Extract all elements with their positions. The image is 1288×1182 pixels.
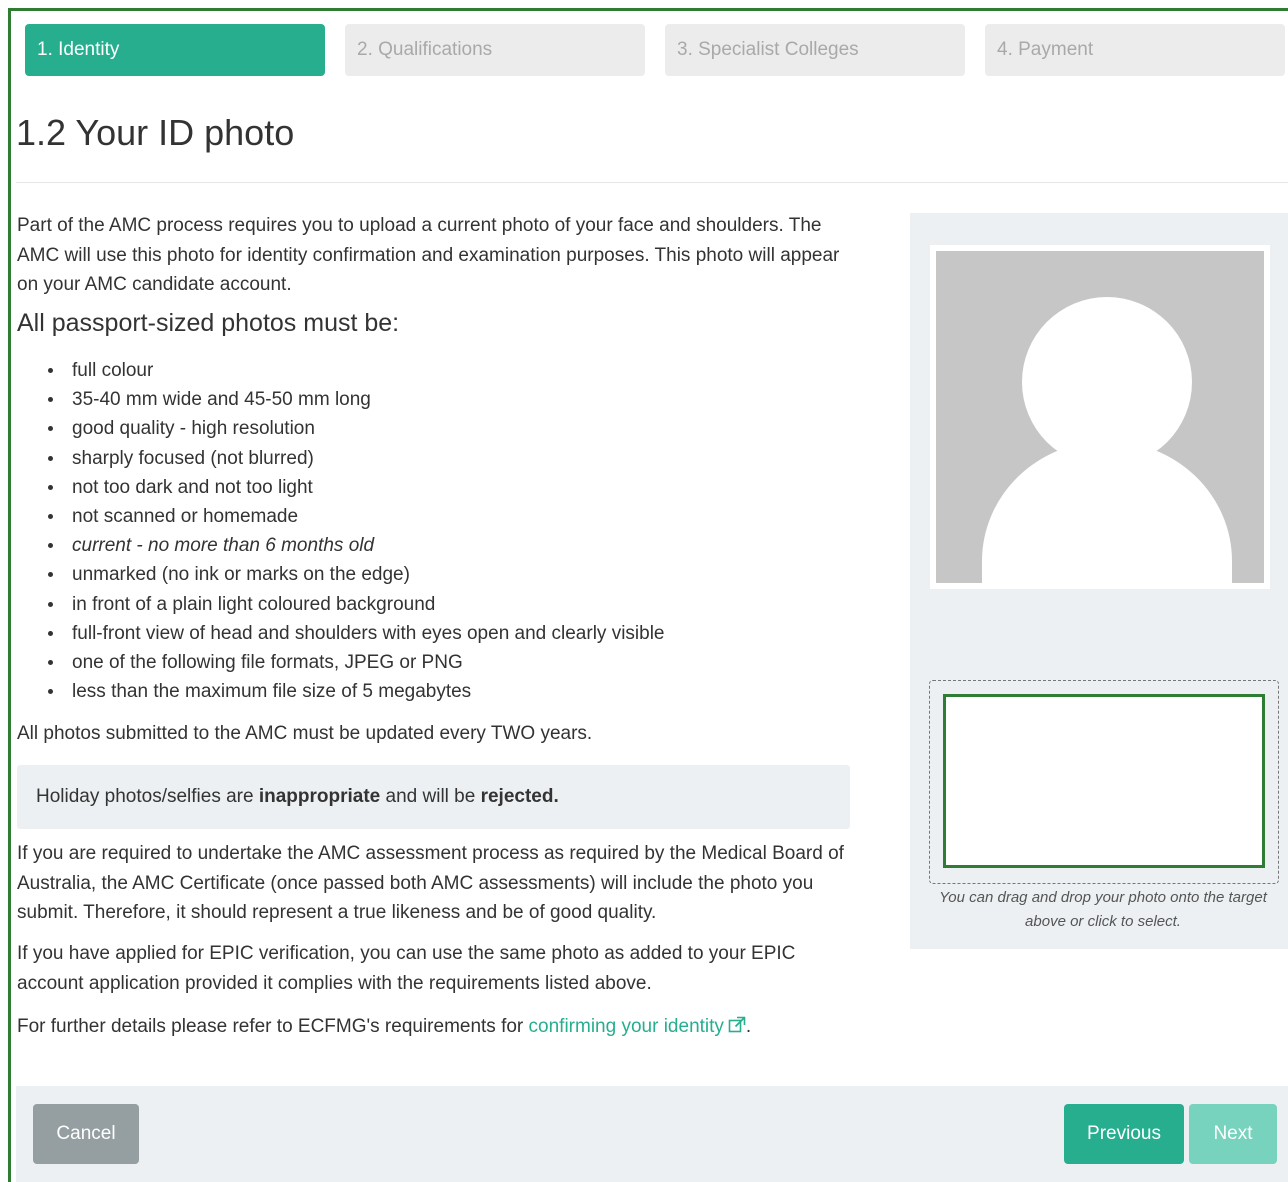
dropzone-hint: You can drag and drop your photo onto th… — [939, 889, 1267, 930]
step-qualifications[interactable]: 2. Qualifications — [345, 24, 645, 76]
further-prefix: For further details please refer to ECFM… — [17, 1016, 529, 1037]
cancel-button[interactable]: Cancel — [33, 1104, 139, 1164]
further-suffix: . — [745, 1016, 752, 1037]
list-item: good quality - high resolution — [48, 414, 665, 443]
next-button[interactable]: Next — [1189, 1104, 1277, 1164]
epic-note: If you have applied for EPIC verificatio… — [17, 943, 796, 994]
photo-preview — [930, 245, 1270, 589]
alert-text: and will be — [380, 786, 481, 807]
photo-dropzone[interactable] — [929, 680, 1279, 884]
list-item: not scanned or homemade — [48, 502, 665, 531]
list-item: 35-40 mm wide and 45-50 mm long — [48, 385, 665, 414]
link-label: confirming your identity — [528, 1016, 724, 1037]
certificate-note: If you are required to undertake the AMC… — [17, 843, 844, 923]
step-identity[interactable]: 1. Identity — [25, 24, 325, 76]
photo-panel: You can drag and drop your photo onto th… — [910, 213, 1288, 949]
alert-emphasis-inappropriate: inappropriate — [258, 786, 381, 807]
list-item: current - no more than 6 months old — [48, 531, 665, 560]
confirming-identity-link[interactable]: confirming your identity — [529, 1016, 746, 1037]
alert-text: Holiday photos/selfies are — [36, 786, 259, 807]
step-specialist-colleges[interactable]: 3. Specialist Colleges — [665, 24, 965, 76]
intro-text: Part of the AMC process requires you to … — [17, 215, 840, 295]
drop-target[interactable] — [943, 694, 1265, 868]
requirements-heading: All passport-sized photos must be: — [17, 309, 400, 337]
list-item: not too dark and not too light — [48, 473, 665, 502]
previous-button[interactable]: Previous — [1064, 1104, 1184, 1164]
list-item: one of the following file formats, JPEG … — [48, 648, 665, 677]
step-payment[interactable]: 4. Payment — [985, 24, 1285, 76]
page-title: 1.2 Your ID photo — [16, 112, 295, 153]
external-link-icon — [728, 1014, 746, 1044]
list-item: in front of a plain light coloured backg… — [48, 590, 665, 619]
list-item: less than the maximum file size of 5 meg… — [48, 677, 665, 706]
alert-emphasis-rejected: rejected. — [480, 786, 559, 807]
update-note: All photos submitted to the AMC must be … — [17, 723, 593, 744]
avatar-placeholder-icon — [936, 251, 1264, 583]
list-item: full-front view of head and shoulders wi… — [48, 619, 665, 648]
requirements-list: full colour 35-40 mm wide and 45-50 mm l… — [48, 356, 665, 706]
divider — [16, 182, 1288, 183]
list-item: sharply focused (not blurred) — [48, 444, 665, 473]
list-item: unmarked (no ink or marks on the edge) — [48, 560, 665, 589]
list-item: full colour — [48, 356, 665, 385]
selfie-warning-alert: Holiday photos/selfies are inappropriate… — [17, 765, 850, 829]
further-details: For further details please refer to ECFM… — [17, 1012, 877, 1044]
avatar-shoulders — [982, 441, 1232, 583]
